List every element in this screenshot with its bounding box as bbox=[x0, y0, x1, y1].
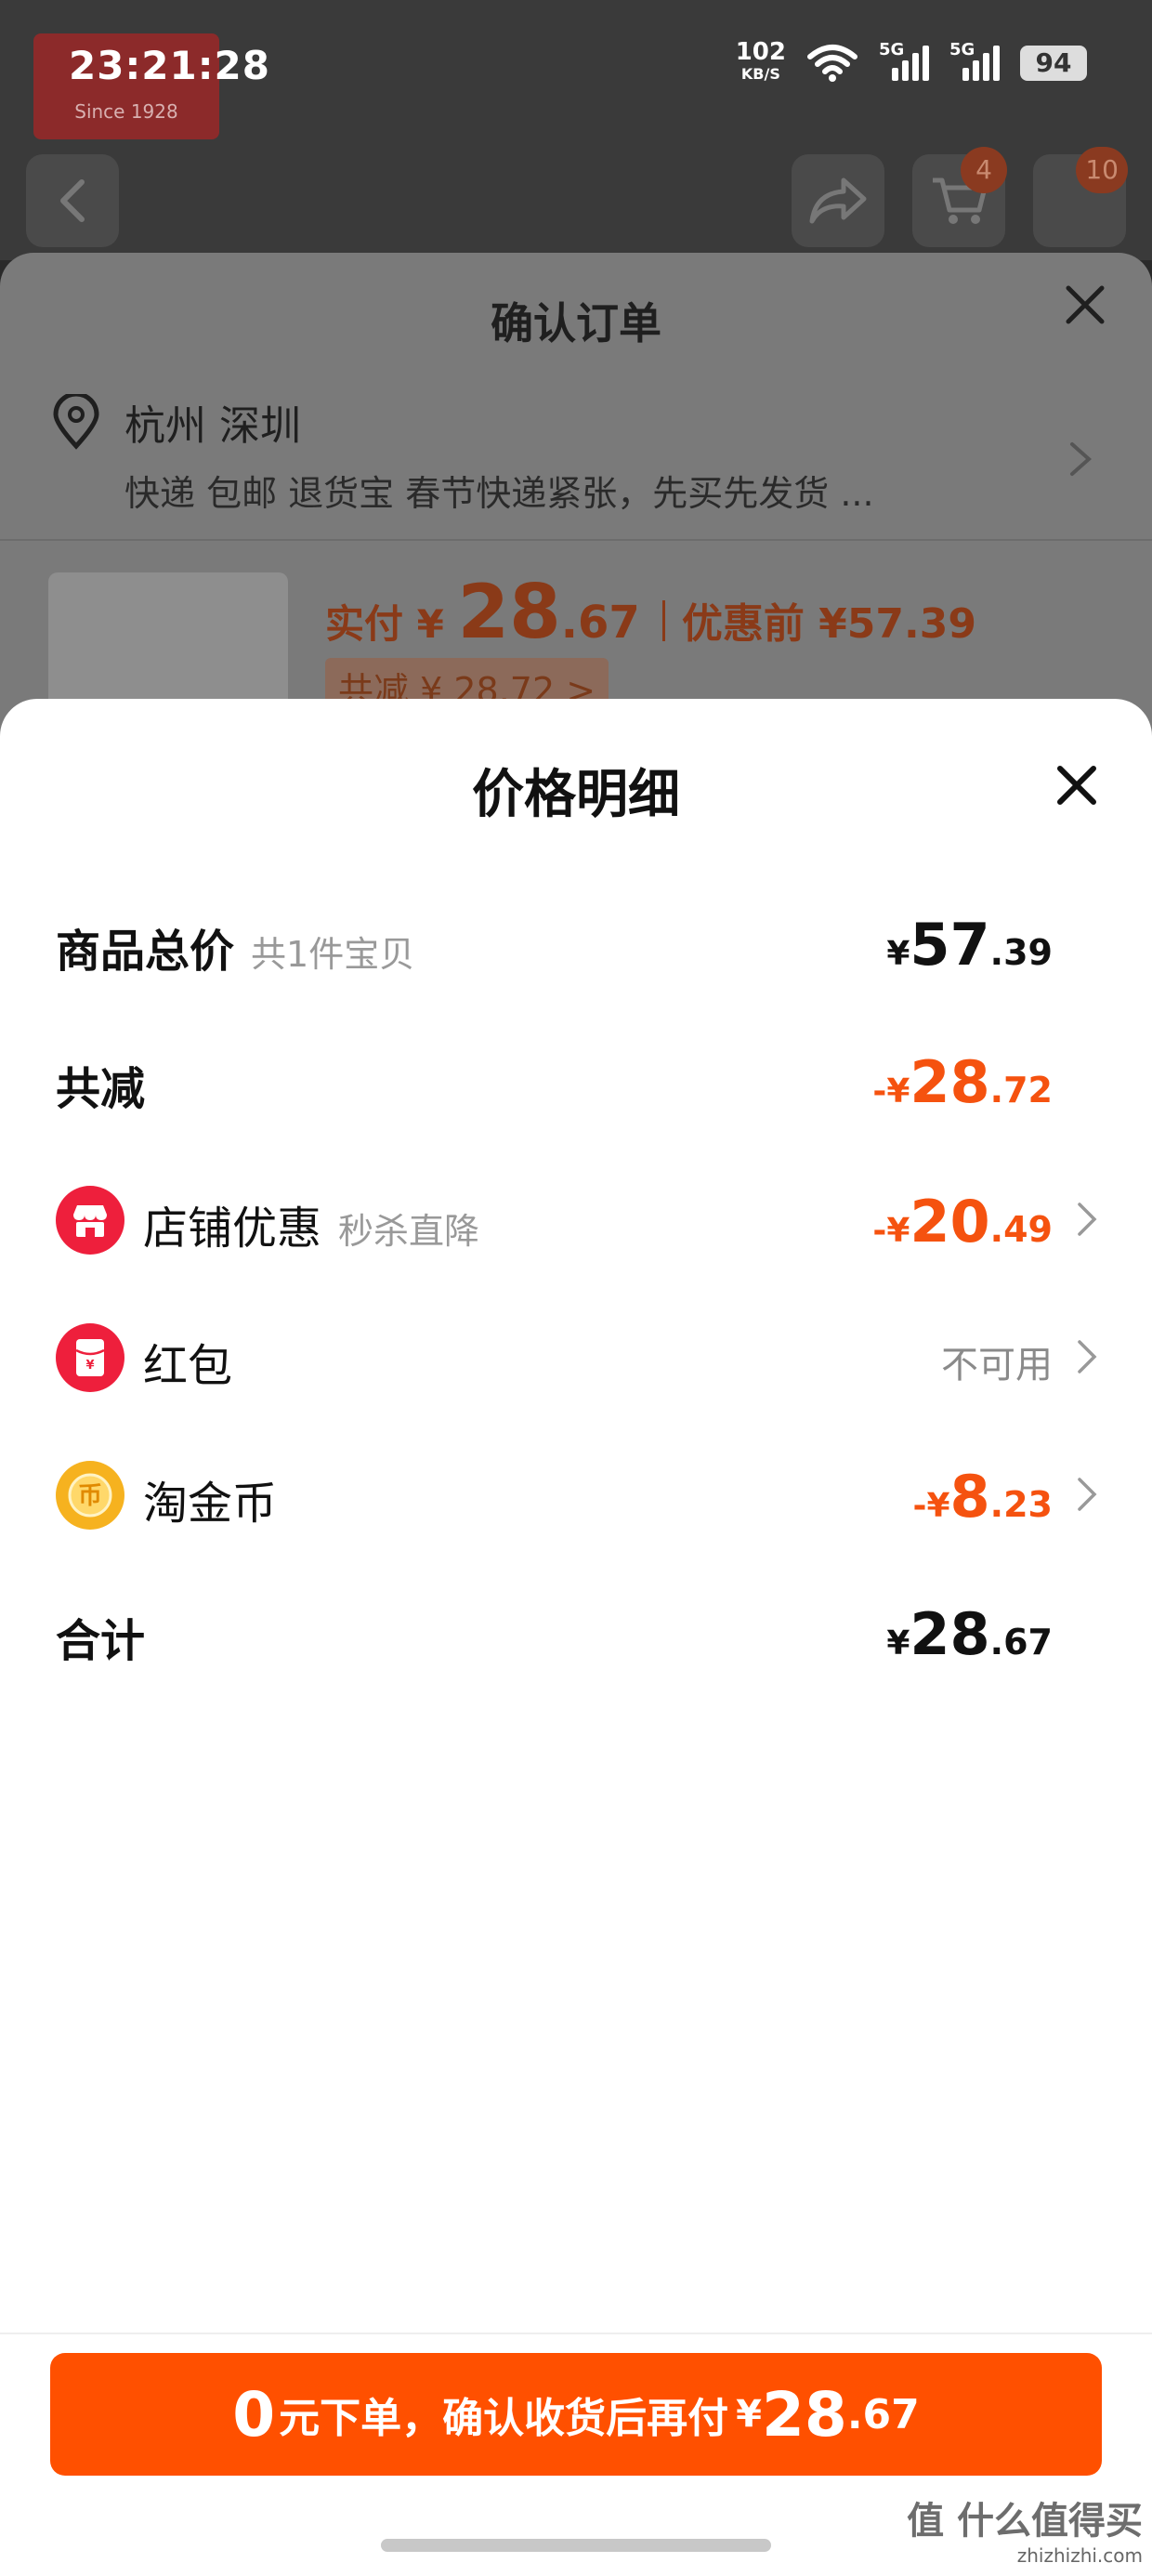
red-envelope-status: 不可用 bbox=[941, 1344, 1053, 1387]
address-city: 杭州 深圳 bbox=[124, 402, 301, 450]
total-discount-amount: -¥28.72 bbox=[872, 1048, 1053, 1116]
shop-discount-amount: -¥20.49 bbox=[872, 1188, 1053, 1255]
row-label: 红包 bbox=[143, 1340, 233, 1392]
more-button[interactable]: 10 bbox=[1033, 147, 1128, 247]
total-discount-row: 共减 -¥28.72 bbox=[0, 1030, 1152, 1123]
row-hint: 共1件宝贝 bbox=[251, 934, 415, 975]
row-label: 共减 bbox=[56, 1063, 146, 1115]
shop-icon bbox=[56, 1186, 124, 1255]
row-hint: 秒杀直降 bbox=[338, 1211, 480, 1252]
share-button[interactable] bbox=[792, 154, 884, 247]
cart-button[interactable]: 4 bbox=[912, 147, 1007, 247]
svg-text:¥: ¥ bbox=[85, 1359, 94, 1373]
subtotal-amount: ¥57.39 bbox=[886, 911, 1053, 979]
back-icon bbox=[60, 179, 85, 222]
cart-badge: 4 bbox=[961, 147, 1007, 193]
status-time: 23:21:28 bbox=[69, 43, 270, 88]
close-icon[interactable] bbox=[1055, 764, 1098, 807]
red-envelope-icon: ¥ bbox=[56, 1323, 124, 1392]
price-detail-sheet: 价格明细 商品总价 共1件宝贝 ¥57.39 共减 -¥28.72 店铺优惠 秒杀直… bbox=[0, 699, 1152, 2522]
row-label: 店铺优惠 秒杀直降 bbox=[143, 1203, 480, 1255]
signal-icon: 5G bbox=[879, 40, 929, 81]
grand-total-row: 合计 ¥28.67 bbox=[0, 1582, 1152, 1675]
confirm-order-sheet: 确认订单 杭州 深圳 快递 包邮 退货宝 春节快递紧张，先买先发货 ... 实付… bbox=[0, 253, 1152, 805]
svg-text:币: 币 bbox=[78, 1482, 102, 1510]
grand-total-amount: ¥28.67 bbox=[886, 1600, 1053, 1668]
sheet-title: 价格明细 bbox=[472, 765, 680, 825]
shipping-info: 快递 包邮 退货宝 春节快递紧张，先买先发货 ... bbox=[124, 473, 874, 514]
actual-price: 实付 ¥ 28.67 优惠前 ¥57.39 bbox=[325, 569, 976, 655]
share-icon bbox=[809, 177, 867, 224]
divider bbox=[0, 539, 1152, 541]
divider bbox=[0, 2333, 1152, 2334]
gold-coin-amount: -¥8.23 bbox=[912, 1463, 1053, 1531]
red-envelope-row[interactable]: ¥ 红包 不可用 bbox=[0, 1307, 1152, 1400]
subtotal-row: 商品总价 共1件宝贝 ¥57.39 bbox=[0, 892, 1152, 985]
back-button[interactable] bbox=[26, 154, 119, 247]
chevron-right-icon bbox=[1078, 1203, 1097, 1236]
chevron-right-icon bbox=[1078, 1340, 1097, 1373]
location-pin-icon bbox=[53, 394, 99, 450]
order-sheet-title: 确认订单 bbox=[491, 298, 661, 348]
chevron-right-icon[interactable] bbox=[1067, 439, 1094, 480]
more-badge: 10 bbox=[1076, 147, 1128, 193]
battery-indicator: 94 bbox=[1020, 46, 1087, 81]
status-bar-right: 102 KB/S 5G 5G 94 bbox=[735, 38, 1087, 85]
watermark: 值 什么值得买 zhizhizhi.com bbox=[907, 2500, 1143, 2567]
gold-coin-icon: 币 bbox=[56, 1461, 124, 1530]
home-indicator[interactable] bbox=[381, 2539, 771, 2552]
signal-icon: 5G bbox=[949, 40, 1000, 81]
network-speed: 102 KB/S bbox=[735, 38, 786, 83]
wifi-icon bbox=[807, 45, 857, 82]
chevron-right-icon bbox=[1078, 1478, 1097, 1511]
row-label: 商品总价 共1件宝贝 bbox=[56, 926, 415, 978]
row-label: 淘金币 bbox=[143, 1478, 278, 1530]
row-label: 合计 bbox=[56, 1615, 146, 1667]
shop-discount-row[interactable]: 店铺优惠 秒杀直降 -¥20.49 bbox=[0, 1169, 1152, 1262]
close-icon[interactable] bbox=[1059, 279, 1111, 331]
gold-coin-row[interactable]: 币 淘金币 -¥8.23 bbox=[0, 1444, 1152, 1537]
place-order-button[interactable]: 0 元下单，确认收货后再付 ¥28.67 bbox=[50, 2353, 1102, 2476]
